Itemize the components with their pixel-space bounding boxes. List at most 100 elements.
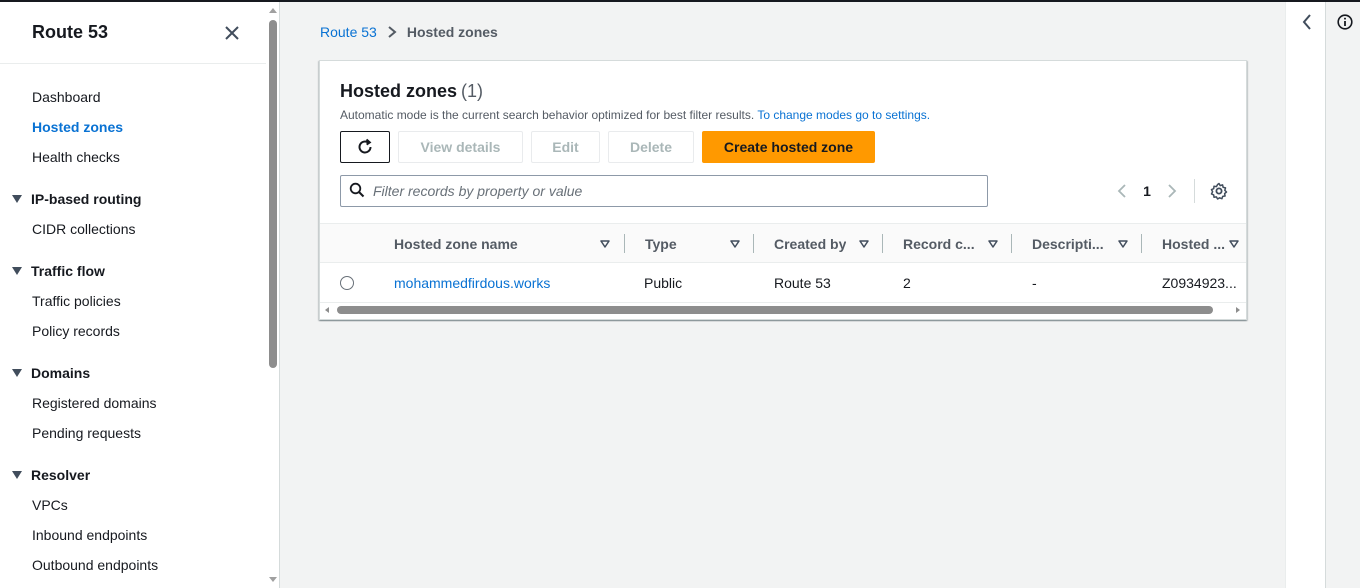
refresh-icon — [358, 138, 372, 154]
filter-search-box[interactable] — [340, 175, 988, 207]
cell-description: - — [1032, 275, 1037, 291]
caret-down-icon — [12, 471, 22, 479]
table-horizontal-scrollbar[interactable] — [320, 304, 1246, 316]
sort-icon[interactable] — [729, 238, 741, 250]
info-icon[interactable] — [1337, 14, 1353, 30]
sidebar-section-label: Traffic flow — [31, 263, 105, 279]
column-label: Hosted ... — [1162, 235, 1226, 252]
action-bar: View details Edit Delete Create hosted z… — [340, 131, 875, 163]
column-divider[interactable] — [1141, 234, 1142, 253]
filter-input[interactable] — [373, 183, 987, 199]
cell-hosted-zone-id: Z0934923... — [1162, 275, 1237, 291]
caret-down-icon — [12, 195, 22, 203]
sort-icon[interactable] — [987, 238, 999, 250]
edit-button[interactable]: Edit — [531, 131, 600, 163]
pagination: 1 — [1110, 179, 1231, 203]
sidebar-section-label: IP-based routing — [31, 191, 142, 207]
sidebar: Route 53 Dashboard Hosted zones Health c… — [0, 2, 280, 588]
create-hosted-zone-button[interactable]: Create hosted zone — [702, 131, 875, 163]
cell-record-count: 2 — [903, 275, 911, 291]
row-select-radio[interactable] — [340, 276, 354, 290]
table-row[interactable]: mohammedfirdous.works Public Route 53 2 … — [320, 263, 1246, 303]
hosted-zone-name-link[interactable]: mohammedfirdous.works — [394, 263, 614, 303]
column-divider[interactable] — [882, 234, 883, 253]
column-divider[interactable] — [1011, 234, 1012, 253]
sidebar-title: Route 53 — [32, 22, 109, 42]
chevron-left-icon[interactable] — [1300, 12, 1314, 32]
panel-header: Hosted zones (1) Automatic mode is the cu… — [320, 61, 1246, 122]
sidebar-section-resolver[interactable]: Resolver — [0, 460, 266, 490]
sidebar-item-pending-requests[interactable]: Pending requests — [0, 418, 266, 448]
sidebar-item-policy-records[interactable]: Policy records — [0, 316, 266, 346]
sidebar-item-cidr-collections[interactable]: CIDR collections — [0, 214, 266, 244]
hosted-zones-table: Hosted zone name Type Created by Record … — [320, 223, 1246, 303]
breadcrumb-current: Hosted zones — [406, 24, 498, 40]
sidebar-section-ip-based-routing[interactable]: IP-based routing — [0, 184, 266, 214]
caret-down-icon — [12, 267, 22, 275]
close-icon[interactable] — [222, 23, 242, 43]
sidebar-section-domains[interactable]: Domains — [0, 358, 266, 388]
chevron-right-icon[interactable] — [1160, 179, 1184, 203]
sidebar-scrollbar[interactable] — [266, 2, 279, 588]
sort-icon[interactable] — [1117, 238, 1129, 250]
column-header-description[interactable]: Descripti... — [1032, 224, 1110, 263]
sidebar-item-vpcs[interactable]: VPCs — [0, 490, 266, 520]
search-icon — [349, 182, 365, 201]
tools-rail — [1325, 2, 1360, 588]
sidebar-section-label: Resolver — [31, 467, 91, 483]
hosted-zones-panel: Hosted zones (1) Automatic mode is the cu… — [319, 60, 1247, 320]
main-content: Route 53 Hosted zones Hosted zones (1) Au… — [281, 2, 1285, 588]
horizontal-scroll-thumb[interactable] — [337, 306, 1213, 314]
column-header-hosted-zone-name[interactable]: Hosted zone name — [394, 224, 594, 263]
sidebar-section-traffic-flow[interactable]: Traffic flow — [0, 256, 266, 286]
sidebar-item-health-checks[interactable]: Health checks — [0, 142, 266, 172]
column-label: Hosted zone name — [394, 235, 518, 252]
page-number[interactable]: 1 — [1138, 183, 1156, 199]
panel-title: Hosted zones (1) — [340, 81, 1226, 102]
scroll-left-arrow-icon[interactable] — [325, 307, 329, 313]
settings-link[interactable]: To change modes go to settings. — [757, 108, 930, 122]
sidebar-header: Route 53 — [0, 2, 266, 64]
column-header-type[interactable]: Type — [645, 224, 715, 263]
column-header-created-by[interactable]: Created by — [774, 224, 854, 263]
sidebar-scroll-thumb[interactable] — [269, 20, 277, 368]
sidebar-nav: Dashboard Hosted zones Health checks IP-… — [0, 64, 266, 580]
panel-description: Automatic mode is the current search beh… — [340, 108, 1226, 122]
sidebar-item-hosted-zones[interactable]: Hosted zones — [0, 112, 266, 142]
scroll-up-arrow-icon[interactable] — [269, 8, 277, 13]
column-header-record-count[interactable]: Record c... — [903, 224, 979, 263]
sidebar-item-inbound-endpoints[interactable]: Inbound endpoints — [0, 520, 266, 550]
sidebar-item-registered-domains[interactable]: Registered domains — [0, 388, 266, 418]
table-header: Hosted zone name Type Created by Record … — [320, 223, 1246, 263]
panel-description-text: Automatic mode is the current search beh… — [340, 108, 755, 122]
sidebar-section-label: Domains — [31, 365, 91, 381]
view-details-button[interactable]: View details — [398, 131, 523, 163]
sidebar-item-outbound-endpoints[interactable]: Outbound endpoints — [0, 550, 266, 580]
cell-type: Public — [644, 275, 683, 291]
sort-icon[interactable] — [858, 238, 870, 250]
column-header-hosted-zone-id[interactable]: Hosted ... — [1162, 224, 1228, 263]
column-label: Created by — [774, 235, 847, 252]
column-divider[interactable] — [624, 234, 625, 253]
chevron-left-icon[interactable] — [1110, 179, 1134, 203]
gear-icon[interactable] — [1207, 179, 1231, 203]
cell-created-by: Route 53 — [774, 275, 831, 291]
breadcrumb-route53[interactable]: Route 53 — [320, 24, 377, 40]
refresh-button[interactable] — [340, 131, 390, 163]
column-label: Record c... — [903, 235, 975, 252]
panel-title-text: Hosted zones — [340, 81, 458, 101]
caret-down-icon — [12, 369, 22, 377]
sidebar-item-traffic-policies[interactable]: Traffic policies — [0, 286, 266, 316]
column-divider[interactable] — [753, 234, 754, 253]
column-label: Descripti... — [1032, 235, 1104, 252]
scroll-right-arrow-icon[interactable] — [1236, 307, 1240, 313]
panel-count: (1) — [461, 81, 484, 101]
chevron-right-icon — [387, 26, 397, 38]
help-panel-rail — [1285, 2, 1325, 588]
scroll-down-arrow-icon[interactable] — [269, 577, 277, 582]
sort-icon[interactable] — [599, 238, 611, 250]
sort-icon[interactable] — [1228, 238, 1240, 250]
sidebar-item-dashboard[interactable]: Dashboard — [0, 82, 266, 112]
pager-divider — [1194, 179, 1195, 203]
delete-button[interactable]: Delete — [608, 131, 694, 163]
